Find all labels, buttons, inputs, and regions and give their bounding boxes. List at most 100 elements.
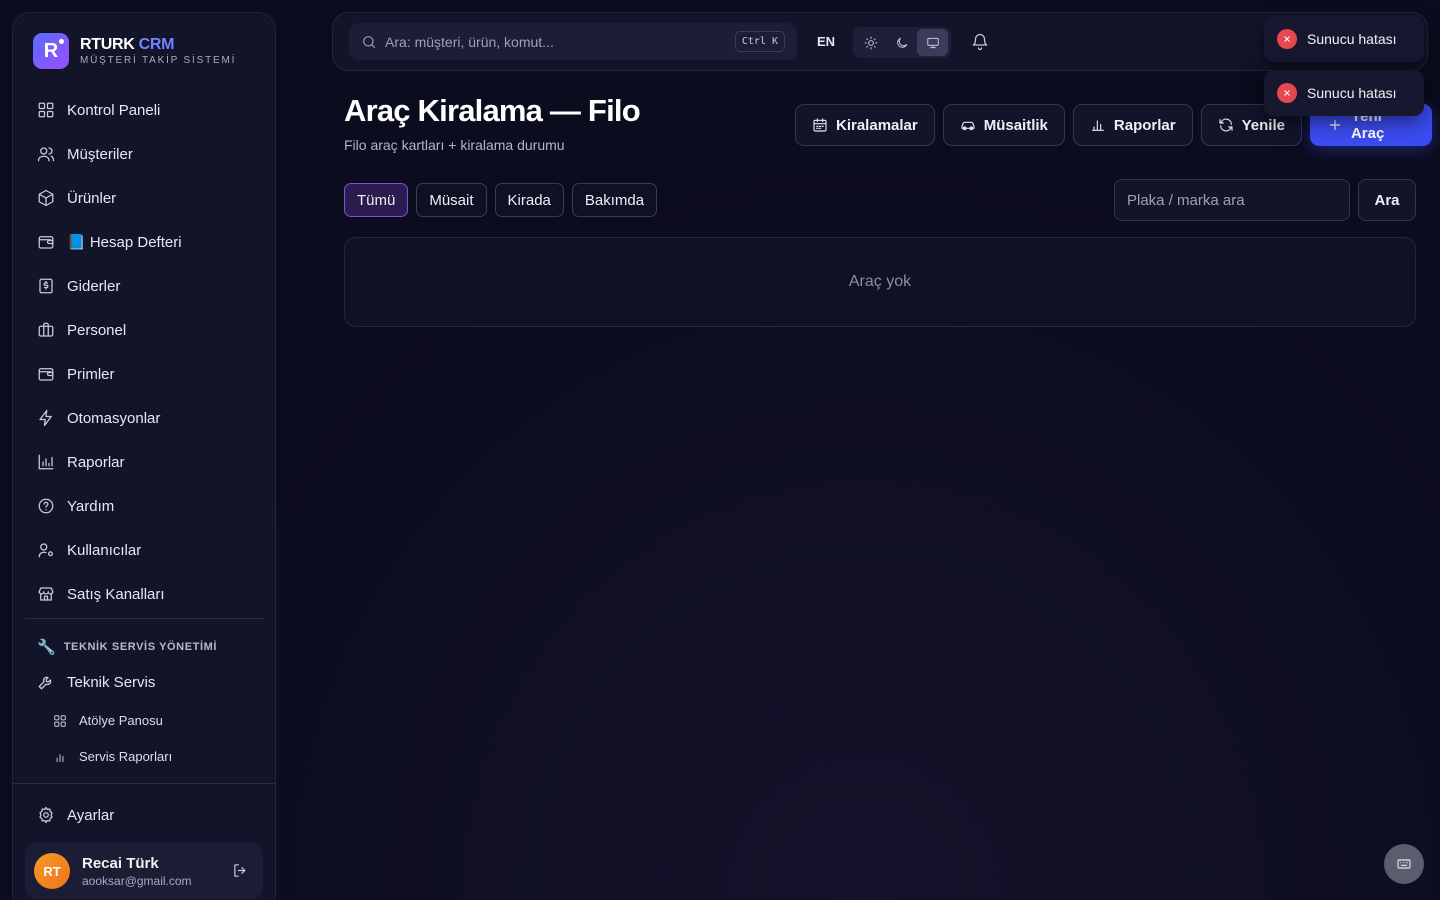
sidebar-divider [25, 618, 265, 619]
wallet-icon [37, 233, 55, 251]
receipt-icon [37, 277, 55, 295]
section-title-text: TEKNİK SERVİS YÖNETİMİ [63, 641, 218, 653]
gear-icon [37, 806, 55, 824]
language-toggle[interactable]: EN [817, 34, 835, 49]
bolt-icon [37, 409, 55, 427]
vehicle-list-empty-state: Araç yok [344, 237, 1416, 327]
shortcut-hint: Ctrl K [734, 31, 785, 52]
toast-message: Sunucu hatası [1307, 31, 1397, 47]
grid-icon [53, 714, 67, 728]
sidebar: R RTURK CRM MÜŞTERİ TAKİP SİSTEMİ Kontro… [12, 12, 276, 900]
availability-button-label: Müsaitlik [983, 116, 1048, 134]
plate-search-button[interactable]: Ara [1358, 179, 1416, 221]
users-icon [37, 145, 55, 163]
bar-chart-icon [53, 750, 67, 764]
rentals-button[interactable]: Kiralamalar [795, 104, 935, 146]
sidebar-item-label: Kullanıcılar [67, 541, 142, 559]
keyboard-icon [1396, 856, 1412, 872]
reports-button[interactable]: Raporlar [1072, 104, 1193, 146]
sidebar-item-hesap-defteri[interactable]: 📘 Hesap Defteri [25, 220, 265, 264]
error-icon [1277, 83, 1297, 103]
calendar-icon [812, 117, 828, 133]
sidebar-item-personel[interactable]: Personel [25, 308, 265, 352]
sidebar-item-primler[interactable]: Primler [25, 352, 265, 396]
help-circle-icon [37, 497, 55, 515]
sun-icon [864, 36, 878, 50]
availability-button[interactable]: Müsaitlik [942, 104, 1065, 146]
brand[interactable]: R RTURK CRM MÜŞTERİ TAKİP SİSTEMİ [33, 33, 236, 69]
section-title-teknik-servis: 🔧 TEKNİK SERVİS YÖNETİMİ [37, 638, 217, 656]
sidebar-item-label: Teknik Servis [67, 673, 156, 691]
sidebar-item-ayarlar[interactable]: Ayarlar [25, 793, 265, 837]
logout-icon[interactable] [232, 862, 249, 879]
filter-chip-rented[interactable]: Kirada [494, 183, 564, 217]
sidebar-item-kontrol-paneli[interactable]: Kontrol Paneli [25, 88, 265, 132]
sidebar-item-otomasyonlar[interactable]: Otomasyonlar [25, 396, 265, 440]
filter-chip-all[interactable]: Tümü [344, 183, 409, 217]
user-email: aooksar@gmail.com [82, 873, 192, 888]
user-cog-icon [37, 541, 55, 559]
car-icon [960, 117, 976, 133]
rentals-button-label: Kiralamalar [836, 116, 918, 134]
filter-chip-available[interactable]: Müsait [416, 183, 487, 217]
bar-chart-icon [37, 453, 55, 471]
sidebar-item-label: Ayarlar [67, 806, 115, 824]
sidebar-subitem-label: Servis Raporları [79, 749, 173, 764]
error-toast[interactable]: Sunucu hatası [1264, 16, 1424, 62]
brand-logo: R [33, 33, 69, 69]
sidebar-subitem-servis-raporlari[interactable]: Servis Raporları [53, 749, 172, 764]
sidebar-item-label: Personel [67, 321, 127, 339]
sidebar-item-raporlar[interactable]: Raporlar [25, 440, 265, 484]
bell-icon[interactable] [971, 33, 989, 51]
sidebar-item-label: Müşteriler [67, 145, 133, 163]
sidebar-item-label: Kontrol Paneli [67, 101, 161, 119]
store-icon [37, 585, 55, 603]
sidebar-item-label: Ürünler [67, 189, 117, 207]
sidebar-item-teknik-servis[interactable]: Teknik Servis [25, 660, 265, 704]
brand-subtitle: MÜŞTERİ TAKİP SİSTEMİ [80, 55, 237, 66]
briefcase-icon [37, 321, 55, 339]
wrench-emoji-icon: 🔧 [37, 639, 56, 656]
toast-message: Sunucu hatası [1307, 85, 1397, 101]
wrench-icon [37, 673, 55, 691]
brand-name: RTURK CRM [80, 36, 236, 54]
filter-chip-maintenance[interactable]: Bakımda [571, 183, 658, 217]
theme-dark-button[interactable] [886, 29, 917, 56]
plate-search-input[interactable] [1114, 179, 1350, 221]
search-input[interactable] [385, 33, 715, 50]
avatar: RT [34, 853, 70, 889]
monitor-icon [926, 36, 940, 50]
error-toast[interactable]: Sunucu hatası [1264, 70, 1424, 116]
sidebar-item-label: Primler [67, 365, 115, 383]
sidebar-item-giderler[interactable]: Giderler [25, 264, 265, 308]
theme-light-button[interactable] [855, 29, 886, 56]
box-icon [37, 189, 55, 207]
plus-icon [1327, 117, 1343, 133]
sidebar-item-label: Otomasyonlar [67, 409, 161, 427]
global-search[interactable]: Ctrl K [349, 23, 797, 60]
status-filters: Tümü Müsait Kirada Bakımda [344, 183, 665, 217]
user-name: Recai Türk [82, 854, 159, 872]
sidebar-item-urunler[interactable]: Ürünler [25, 176, 265, 220]
sidebar-subitem-label: Atölye Panosu [79, 713, 163, 728]
sidebar-item-satis-kanallari[interactable]: Satış Kanalları [25, 572, 265, 616]
sidebar-item-yardim[interactable]: Yardım [25, 484, 265, 528]
sidebar-item-kullanicilar[interactable]: Kullanıcılar [25, 528, 265, 572]
brand-name-accent: CRM [138, 36, 175, 53]
logo-letter: R [43, 39, 59, 62]
refresh-button-label: Yenile [1241, 116, 1285, 134]
sidebar-item-musteriler[interactable]: Müşteriler [25, 132, 265, 176]
sidebar-item-label: Satış Kanalları [67, 585, 165, 603]
sidebar-item-label: Giderler [67, 277, 121, 295]
error-icon [1277, 29, 1297, 49]
keyboard-shortcuts-button[interactable] [1384, 844, 1424, 884]
sidebar-subitem-atolye-panosu[interactable]: Atölye Panosu [53, 713, 163, 728]
theme-system-button[interactable] [917, 29, 948, 56]
sidebar-nav: Kontrol Paneli Müşteriler Ürünler 📘 Hesa… [25, 88, 265, 616]
sidebar-item-label: 📘 Hesap Defteri [67, 234, 182, 251]
grid-icon [37, 101, 55, 119]
user-card[interactable]: RT Recai Türk aooksar@gmail.com [25, 843, 263, 899]
bar-chart-icon [1090, 117, 1106, 133]
page-title: Araç Kiralama — Filo [344, 93, 641, 128]
sidebar-item-label: Yardım [67, 497, 115, 515]
